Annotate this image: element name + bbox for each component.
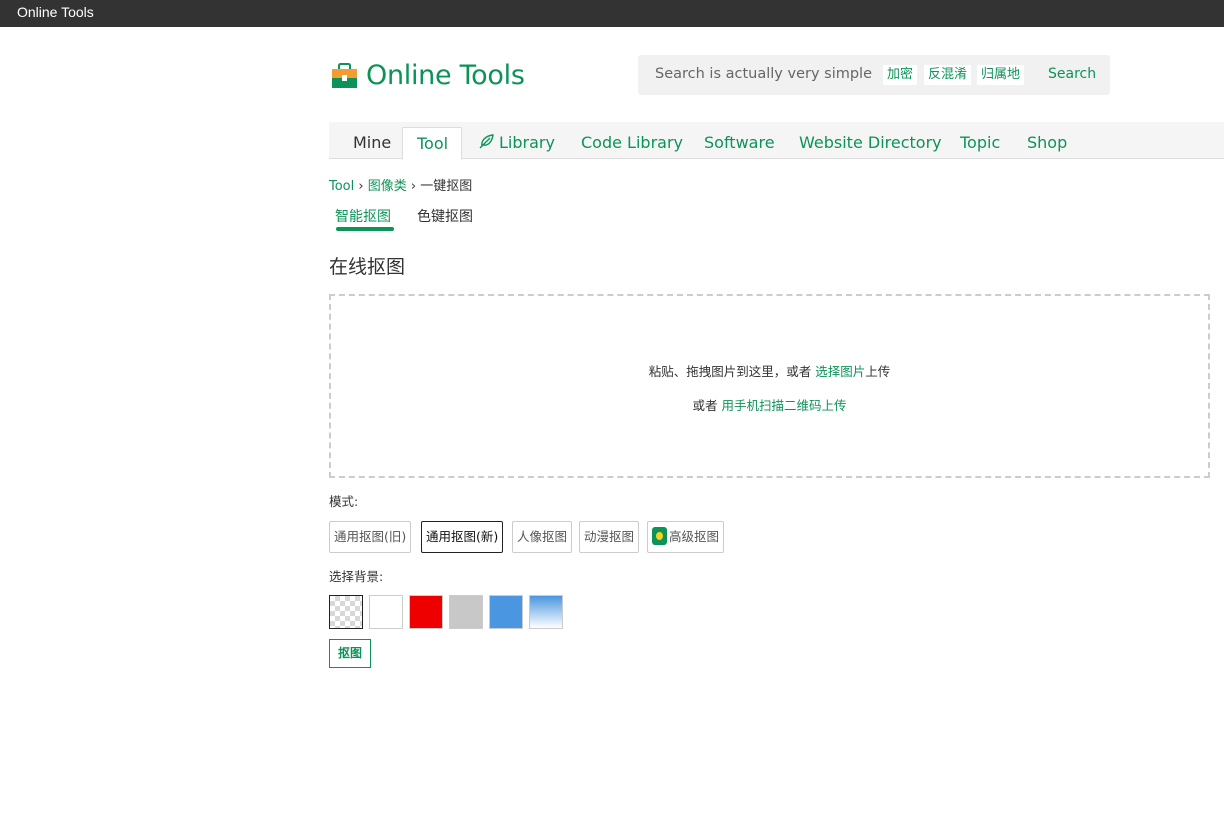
bg-swatch-transparent[interactable] — [329, 595, 363, 629]
feather-icon — [479, 134, 494, 149]
nav-item-mine[interactable]: Mine — [353, 133, 391, 152]
nav-item-website-directory[interactable]: Website Directory — [799, 133, 942, 152]
select-image-link[interactable]: 选择图片 — [815, 364, 865, 379]
dropzone-text-or: 或者 — [692, 398, 722, 413]
background-label: 选择背景: — [329, 569, 384, 584]
page-title: 在线抠图 — [329, 256, 406, 278]
premium-icon — [652, 527, 667, 545]
breadcrumb-separator: › — [410, 179, 421, 194]
search-box[interactable]: Search is actually very simple 加密 反混淆 归属… — [638, 55, 1110, 95]
subtab-active-indicator — [336, 227, 394, 231]
nav-item-tool[interactable]: Tool — [402, 127, 462, 160]
bg-swatch-white[interactable] — [369, 595, 403, 629]
nav-item-code-library[interactable]: Code Library — [581, 133, 683, 152]
bg-swatch-blue[interactable] — [489, 595, 523, 629]
breadcrumb: Tool › 图像类 › 一键抠图 — [329, 175, 472, 194]
mode-general-old[interactable]: 通用抠图(旧) — [329, 521, 412, 553]
dropzone-qr-instruction: 或者 用手机扫描二维码上传 — [331, 395, 1208, 414]
site-logo[interactable]: Online Tools — [331, 60, 525, 91]
dropzone-instruction: 粘贴、拖拽图片到这里，或者 选择图片上传 — [331, 361, 1208, 380]
mode-advanced-label: 高级抠图 — [669, 529, 720, 544]
breadcrumb-current: 一键抠图 — [420, 179, 473, 194]
search-input[interactable]: Search is actually very simple — [655, 66, 872, 82]
upload-dropzone[interactable]: 粘贴、拖拽图片到这里，或者 选择图片上传 或者 用手机扫描二维码上传 — [329, 294, 1210, 478]
mode-portrait[interactable]: 人像抠图 — [512, 521, 573, 553]
nav-item-library-label: Library — [499, 133, 555, 152]
nav-item-tool-label: Tool — [417, 134, 449, 153]
nav-item-topic[interactable]: Topic — [960, 133, 1000, 152]
search-button[interactable]: Search — [1048, 66, 1096, 82]
search-tag-location[interactable]: 归属地 — [977, 65, 1025, 85]
nav-item-library[interactable]: Library — [478, 133, 555, 152]
breadcrumb-image[interactable]: 图像类 — [368, 179, 407, 194]
search-tag-encrypt[interactable]: 加密 — [883, 65, 918, 85]
main-nav: Mine Tool Library Code Library Software … — [329, 122, 1224, 160]
mode-general-new[interactable]: 通用抠图(新) — [421, 521, 504, 553]
search-tag-deobfuscate[interactable]: 反混淆 — [924, 65, 972, 85]
mode-anime[interactable]: 动漫抠图 — [579, 521, 640, 553]
breadcrumb-tool[interactable]: Tool — [329, 179, 354, 194]
window-title: Online Tools — [17, 4, 94, 20]
mode-label: 模式: — [329, 494, 359, 509]
bg-swatch-red[interactable] — [409, 595, 443, 629]
subtab-chroma-key[interactable]: 色键抠图 — [417, 206, 473, 226]
bg-swatch-gray[interactable] — [449, 595, 483, 629]
window-titlebar: Online Tools — [0, 0, 1224, 27]
bg-swatch-gradient[interactable] — [529, 595, 563, 629]
subtab-smart-cutout[interactable]: 智能抠图 — [335, 206, 391, 226]
dropzone-text-suffix: 上传 — [865, 364, 891, 379]
mode-advanced[interactable]: 高级抠图 — [647, 521, 725, 553]
nav-item-shop[interactable]: Shop — [1027, 133, 1067, 152]
logo-text: Online Tools — [366, 60, 525, 91]
qr-upload-link[interactable]: 用手机扫描二维码上传 — [721, 398, 846, 413]
cutout-button[interactable]: 抠图 — [329, 639, 371, 668]
dropzone-text: 粘贴、拖拽图片到这里，或者 — [648, 364, 816, 379]
nav-item-software[interactable]: Software — [704, 133, 775, 152]
breadcrumb-separator: › — [358, 179, 368, 194]
toolbox-icon — [332, 62, 357, 88]
